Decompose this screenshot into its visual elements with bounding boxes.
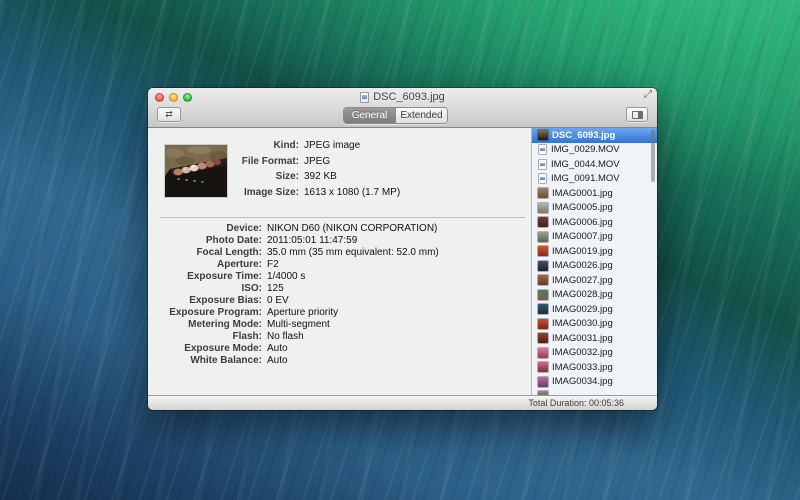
desktop: { "window": { "title": "DSC_6093.jpg" },… xyxy=(0,0,800,500)
file-thumbnail-icon xyxy=(538,261,548,271)
general-info-panel: Kind:JPEG image File Format:JPEG Size:39… xyxy=(148,128,531,395)
file-name: IMAG0029.jpg xyxy=(552,304,613,315)
file-list-item[interactable]: IMAG0027.jpg xyxy=(532,273,657,288)
file-list-item[interactable]: IMAG0033.jpg xyxy=(532,360,657,375)
exif-fields: Device:NIKON D60 (NIKON CORPORATION) Pho… xyxy=(148,223,531,367)
file-list-item[interactable]: IMAG0001.jpg xyxy=(532,186,657,201)
sidebar-panel-icon xyxy=(632,111,643,119)
file-thumbnail-icon xyxy=(538,217,548,227)
file-list-item[interactable]: IMAG0028.jpg xyxy=(532,288,657,303)
field-exposure-mode: Exposure Mode:Auto xyxy=(148,343,531,355)
tab-extended[interactable]: Extended xyxy=(395,108,447,123)
field-focal-length: Focal Length:35.0 mm (35 mm equivalent: … xyxy=(148,247,531,259)
scrollbar-thumb[interactable] xyxy=(651,130,655,182)
field-image-size: Image Size:1613 x 1080 (1.7 MP) xyxy=(148,185,531,201)
file-name: IMAG0027.jpg xyxy=(552,275,613,286)
file-name: IMG_0029.MOV xyxy=(551,144,620,155)
file-thumbnail-icon xyxy=(538,319,548,329)
minimize-button[interactable] xyxy=(169,93,178,102)
fullscreen-icon[interactable]: ⤢ xyxy=(644,89,652,100)
file-list-item[interactable]: DSC_6093.jpg xyxy=(532,128,657,143)
file-thumbnail-icon xyxy=(538,275,548,285)
toolbar: ⇄ General Extended xyxy=(148,106,657,127)
file-list-item[interactable]: IMAG0006.jpg xyxy=(532,215,657,230)
file-thumbnail-icon xyxy=(538,130,548,140)
file-list-item[interactable]: IMAG0030.jpg xyxy=(532,317,657,332)
section-divider xyxy=(160,217,525,218)
file-name: IMAG0032.jpg xyxy=(552,347,613,358)
traffic-lights xyxy=(155,93,192,102)
field-file-format: File Format:JPEG xyxy=(148,154,531,170)
field-iso: ISO:125 xyxy=(148,283,531,295)
document-icon xyxy=(360,92,369,103)
file-thumbnail-icon xyxy=(538,290,548,300)
total-duration-label: Total Duration: 00:05:36 xyxy=(528,396,624,410)
field-kind: Kind:JPEG image xyxy=(148,138,531,154)
file-name: DSC_6093.jpg xyxy=(552,130,615,141)
file-list-item[interactable]: IMAG0007.jpg xyxy=(532,230,657,245)
file-thumbnail-icon xyxy=(538,203,548,213)
field-exposure-bias: Exposure Bias:0 EV xyxy=(148,295,531,307)
file-name: IMAG0005.jpg xyxy=(552,202,613,213)
movie-file-icon xyxy=(538,173,547,184)
file-name: IMAG0028.jpg xyxy=(552,289,613,300)
field-size: Size:392 KB xyxy=(148,169,531,185)
file-list-item[interactable]: IMAG0019.jpg xyxy=(532,244,657,259)
file-list-item[interactable]: IMAG0031.jpg xyxy=(532,331,657,346)
file-thumbnail-icon xyxy=(538,232,548,242)
view-mode-tabs: General Extended xyxy=(343,107,448,124)
title-bar[interactable]: DSC_6093.jpg ⤢ xyxy=(148,88,657,106)
file-summary-fields: Kind:JPEG image File Format:JPEG Size:39… xyxy=(148,138,531,200)
file-list-item[interactable]: IMAG0026.jpg xyxy=(532,259,657,274)
field-device: Device:NIKON D60 (NIKON CORPORATION) xyxy=(148,223,531,235)
field-aperture: Aperture:F2 xyxy=(148,259,531,271)
file-list-item[interactable]: IMAG0032.jpg xyxy=(532,346,657,361)
file-name: IMG_0091.MOV xyxy=(551,173,620,184)
window-title-text: DSC_6093.jpg xyxy=(373,91,445,103)
file-name: IMAG0031.jpg xyxy=(552,333,613,344)
file-thumbnail-icon xyxy=(538,188,548,198)
field-photo-date: Photo Date:2011:05:01 11:47:59 xyxy=(148,235,531,247)
file-name: IMAG0019.jpg xyxy=(552,246,613,257)
inspector-window: DSC_6093.jpg ⤢ ⇄ General Extended xyxy=(148,88,657,410)
close-button[interactable] xyxy=(155,93,164,102)
file-name: IMAG0034.jpg xyxy=(552,376,613,387)
movie-file-icon xyxy=(538,159,547,170)
file-list-item[interactable]: IMG_0091.MOV xyxy=(532,172,657,187)
file-name: IMAG0006.jpg xyxy=(552,217,613,228)
file-thumbnail-icon xyxy=(538,377,548,387)
file-list-item[interactable]: IMAG0034.jpg xyxy=(532,375,657,390)
file-thumbnail-icon xyxy=(538,362,548,372)
sidebar-toggle-button[interactable] xyxy=(626,107,648,122)
file-list-item[interactable]: IMAG0029.jpg xyxy=(532,302,657,317)
file-list-item[interactable]: IMG_0044.MOV xyxy=(532,157,657,172)
file-name: IMAG0026.jpg xyxy=(552,260,613,271)
file-list[interactable]: DSC_6093.jpg IMG_0029.MOV IMG_0044.MOV I… xyxy=(532,128,657,395)
window-header: DSC_6093.jpg ⤢ ⇄ General Extended xyxy=(148,88,657,128)
field-exposure-time: Exposure Time:1/4000 s xyxy=(148,271,531,283)
field-flash: Flash:No flash xyxy=(148,331,531,343)
file-thumbnail-icon xyxy=(538,246,548,256)
field-exposure-program: Exposure Program:Aperture priority xyxy=(148,307,531,319)
field-metering-mode: Metering Mode:Multi-segment xyxy=(148,319,531,331)
file-name: IMAG0033.jpg xyxy=(552,362,613,373)
file-list-sidebar: DSC_6093.jpg IMG_0029.MOV IMG_0044.MOV I… xyxy=(531,128,657,395)
file-list-item[interactable]: IMAG0005.jpg xyxy=(532,201,657,216)
file-name: IMAG0007.jpg xyxy=(552,231,613,242)
movie-file-icon xyxy=(538,144,547,155)
window-title: DSC_6093.jpg xyxy=(148,88,657,106)
file-thumbnail-icon xyxy=(538,304,548,314)
file-name: IMAG0001.jpg xyxy=(552,188,613,199)
file-name: IMAG0030.jpg xyxy=(552,318,613,329)
file-name: IMG_0044.MOV xyxy=(551,159,620,170)
status-bar: Total Duration: 00:05:36 xyxy=(148,395,657,410)
file-thumbnail-icon xyxy=(538,333,548,343)
tab-general[interactable]: General xyxy=(344,108,395,123)
zoom-button[interactable] xyxy=(183,93,192,102)
file-thumbnail-icon xyxy=(538,348,548,358)
swap-arrows-button[interactable]: ⇄ xyxy=(157,107,181,122)
field-white-balance: White Balance:Auto xyxy=(148,355,531,367)
window-content: Kind:JPEG image File Format:JPEG Size:39… xyxy=(148,128,657,395)
file-list-item[interactable]: IMG_0029.MOV xyxy=(532,143,657,158)
